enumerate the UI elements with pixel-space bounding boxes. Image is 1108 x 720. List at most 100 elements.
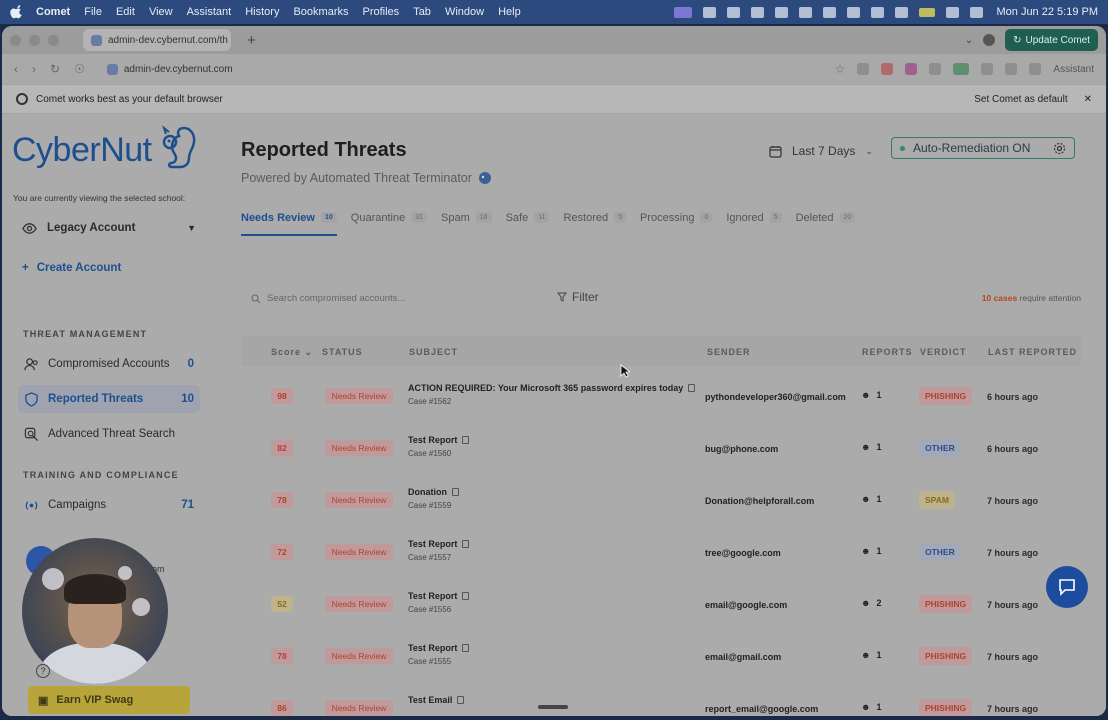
filter-button[interactable]: Filter [557, 290, 599, 304]
send-tray-icon[interactable] [799, 6, 813, 18]
table-row[interactable]: 82 Needs Review Test Report Case #1560 b… [241, 421, 1081, 473]
copy-icon[interactable] [462, 540, 470, 548]
battery-icon[interactable] [919, 7, 936, 17]
menu-lines-icon[interactable] [1005, 63, 1018, 75]
extension-icon-4[interactable] [953, 63, 970, 75]
bookmark-star-icon[interactable]: ☆ [835, 62, 846, 76]
menu-assistant[interactable]: Assistant [187, 6, 232, 18]
subject-cell: Test Report [408, 539, 470, 549]
table-row[interactable]: 78 Needs Review Donation Case #1559 Dona… [241, 473, 1081, 525]
copy-icon[interactable] [452, 488, 459, 496]
copy-icon[interactable] [462, 644, 470, 652]
sidebar-item-advanced-threat-search[interactable]: Advanced Threat Search [18, 420, 200, 448]
tab-restored[interactable]: Restored 5 [563, 210, 627, 236]
menu-window[interactable]: Window [445, 6, 484, 18]
menu-bar-clock[interactable]: Mon Jun 22 5:19 PM [996, 6, 1098, 18]
forward-arrow-icon[interactable]: › [32, 62, 36, 76]
link-tray-icon[interactable] [775, 6, 789, 18]
column-header-status[interactable]: STATUS [322, 347, 363, 357]
close-window-button[interactable] [10, 34, 21, 46]
copy-icon[interactable] [462, 592, 470, 600]
new-tab-plus-icon[interactable]: + [247, 32, 256, 49]
menu-profiles[interactable]: Profiles [363, 6, 400, 18]
apple-icon[interactable] [10, 5, 24, 19]
table-row[interactable]: 72 Needs Review Test Report Case #1557 t… [241, 525, 1081, 577]
table-row[interactable]: 78 Needs Review Test Report Case #1555 e… [241, 629, 1081, 681]
cybernut-logo[interactable]: CyberNut [12, 124, 198, 170]
tab-strip-right: ⌄ ↻ Update Comet [965, 29, 1098, 51]
tab-safe[interactable]: Safe 11 [506, 210, 550, 236]
wifi-icon[interactable] [895, 6, 909, 18]
assistant-button[interactable]: Assistant [1053, 64, 1094, 75]
copy-icon[interactable] [457, 696, 465, 704]
tab-deleted[interactable]: Deleted 20 [796, 210, 856, 236]
screen-record-icon[interactable] [674, 6, 693, 18]
column-header-verdict[interactable]: VERDICT [920, 347, 967, 357]
help-icon[interactable]: ? [36, 664, 50, 678]
create-account-link[interactable]: + Create Account [22, 262, 121, 274]
menu-edit[interactable]: Edit [116, 6, 135, 18]
auto-remediation-toggle[interactable]: Auto-Remediation ON [891, 137, 1075, 159]
tab-processing[interactable]: Processing 0 [640, 210, 713, 236]
menu-tab[interactable]: Tab [413, 6, 431, 18]
lock-tray-icon[interactable] [871, 6, 885, 18]
column-header-sender[interactable]: SENDER [707, 347, 751, 357]
column-header-reports[interactable]: REPORTS [862, 347, 913, 357]
control-center-icon[interactable] [970, 6, 984, 18]
extension-icon-5[interactable] [981, 63, 994, 75]
extension-icon-2[interactable] [905, 63, 918, 75]
extension-icon-1[interactable] [881, 63, 894, 75]
menu-history[interactable]: History [245, 6, 279, 18]
set-default-button[interactable]: Set Comet as default [974, 94, 1067, 105]
column-header-score[interactable]: Score ⌄ [271, 347, 313, 358]
window-resize-handle[interactable] [538, 705, 568, 709]
play-tray-icon[interactable] [847, 6, 861, 18]
copy-icon[interactable] [462, 436, 470, 444]
close-infobar-icon[interactable]: ✕ [1084, 94, 1092, 105]
profile-avatar[interactable] [983, 34, 996, 46]
site-info-icon[interactable]: ☉ [74, 62, 85, 76]
support-chat-button[interactable] [1046, 566, 1088, 608]
menu-view[interactable]: View [149, 6, 173, 18]
copy-icon[interactable] [688, 384, 696, 392]
tab-quarantine[interactable]: Quarantine 31 [351, 210, 428, 236]
column-header-subject[interactable]: SUBJECT [409, 347, 458, 357]
menu-help[interactable]: Help [498, 6, 521, 18]
activity-icon[interactable] [727, 6, 741, 18]
minimize-window-button[interactable] [29, 34, 40, 46]
school-account-select[interactable]: Legacy Account ▼ [16, 215, 196, 241]
shield-tray-icon[interactable] [751, 6, 765, 18]
table-row[interactable]: 52 Needs Review Test Report Case #1556 e… [241, 577, 1081, 629]
verdict-badge: PHISHING [919, 699, 973, 716]
tab-list-chevron-icon[interactable]: ⌄ [965, 35, 973, 46]
sidebar-item-compromised-accounts[interactable]: Compromised Accounts 0 [18, 350, 200, 378]
spotlight-search-icon[interactable] [946, 6, 960, 18]
column-header-last-reported[interactable]: LAST REPORTED [988, 347, 1077, 357]
tab-needs-review[interactable]: Needs Review 10 [241, 210, 337, 236]
gear-icon[interactable] [1053, 142, 1066, 155]
menu-file[interactable]: File [84, 6, 102, 18]
reload-icon[interactable]: ↻ [50, 62, 60, 76]
url-field[interactable]: admin-dev.cybernut.com [106, 63, 233, 75]
menu-bookmarks[interactable]: Bookmarks [293, 6, 348, 18]
extension-icon-3[interactable] [929, 63, 942, 75]
sidebar-toggle-icon[interactable] [1029, 63, 1042, 75]
browser-tab-active[interactable]: admin-dev.cybernut.com/th [83, 29, 231, 51]
search-input[interactable]: Search compromised accounts... [251, 293, 405, 304]
webcam-video-bubble[interactable] [22, 538, 168, 684]
back-arrow-icon[interactable]: ‹ [14, 62, 18, 76]
share-link-icon[interactable] [857, 63, 870, 75]
earn-vip-swag-button[interactable]: ▣ Earn VIP Swag [28, 686, 190, 714]
tab-ignored[interactable]: Ignored 5 [726, 210, 782, 236]
tab-spam[interactable]: Spam 16 [441, 210, 492, 236]
menu-app-comet[interactable]: Comet [36, 6, 70, 18]
table-row[interactable]: 86 Needs Review Test Email report_email@… [241, 681, 1081, 716]
zoom-window-button[interactable] [48, 34, 59, 46]
table-row[interactable]: 98 Needs Review ACTION REQUIRED: Your Mi… [241, 369, 1081, 421]
vpn-tray-icon[interactable] [823, 6, 837, 18]
sidebar-item-campaigns[interactable]: Campaigns 71 [18, 491, 200, 519]
update-comet-button[interactable]: ↻ Update Comet [1005, 29, 1098, 51]
brightness-icon[interactable] [703, 6, 717, 18]
sidebar-item-reported-threats[interactable]: Reported Threats 10 [18, 385, 200, 413]
date-range-select[interactable]: Last 7 Days ⌄ [769, 138, 873, 164]
